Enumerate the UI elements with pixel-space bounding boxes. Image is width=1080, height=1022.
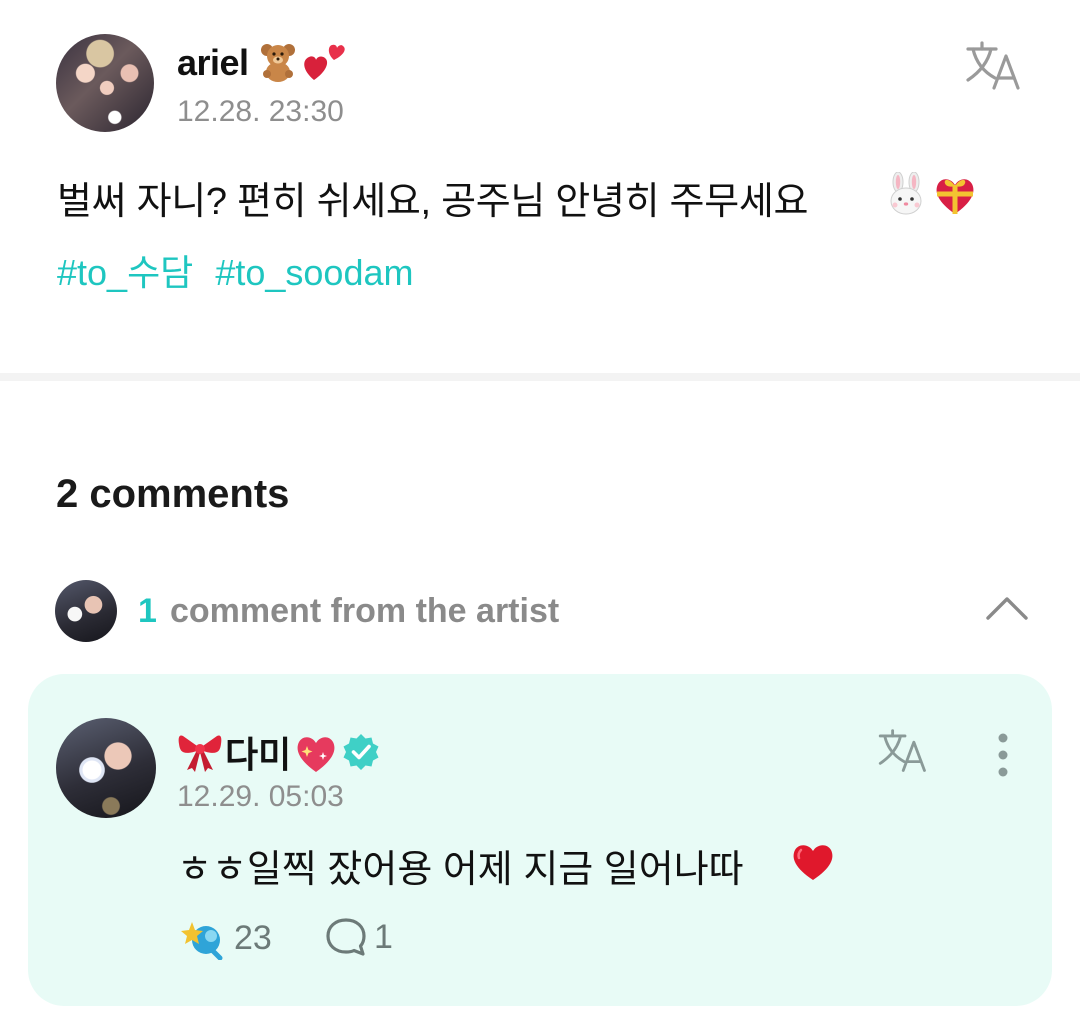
translate-icon: [966, 41, 1020, 90]
translate-icon: [878, 729, 926, 772]
comments-count: 2 comments: [56, 472, 290, 516]
like-button[interactable]: 23: [178, 916, 272, 960]
sparkling-heart-emoji: [297, 737, 335, 772]
artist-avatar[interactable]: [56, 718, 156, 818]
reply-count: 1: [374, 917, 393, 956]
rabbit-face-emoji: [890, 172, 922, 215]
two-hearts-emoji: [304, 44, 345, 80]
post-body-emojis: [884, 172, 978, 216]
comment-bubble-icon: [326, 918, 366, 956]
translate-button[interactable]: [876, 728, 934, 774]
more-vertical-icon: [998, 733, 1008, 777]
artist-comment-count[interactable]: 1: [138, 592, 157, 631]
post-hashtags: #to_수담 #to_soodam: [57, 244, 425, 296]
post-author-name[interactable]: ariel: [177, 42, 249, 84]
chevron-up-icon: [986, 597, 1028, 620]
artist-comment-body: ㅎㅎ일찍 잤어용 어제 지금 일어나따: [177, 849, 744, 891]
artist-avatar-small: [55, 580, 117, 642]
hashtag-link[interactable]: #to_soodam: [215, 252, 413, 293]
artist-comment-emoji: [789, 838, 837, 887]
hashtag-link[interactable]: #to_수담: [57, 252, 193, 293]
post-author-emojis: [258, 40, 348, 82]
artist-name[interactable]: 다미: [225, 726, 291, 778]
translate-button[interactable]: [964, 40, 1028, 92]
artist-comment-timestamp: 12.29. 05:03: [177, 780, 344, 813]
more-options-button[interactable]: [988, 730, 1018, 780]
teddy-bear-emoji: [261, 44, 295, 82]
collapse-button[interactable]: [984, 592, 1030, 622]
reply-button[interactable]: 1: [324, 916, 393, 958]
section-divider: [0, 373, 1080, 381]
artist-name-row: 다미: [177, 726, 381, 778]
ribbon-emoji: [178, 735, 222, 772]
like-star-icon: [181, 922, 223, 960]
post-body: 벌써 자니? 편히 쉬세요, 공주님 안녕히 주무세요: [57, 181, 809, 223]
heart-with-ribbon-emoji: [936, 179, 974, 214]
red-heart-emoji: [793, 845, 833, 880]
post-timestamp: 12.28. 23:30: [177, 95, 344, 128]
artist-comment-label[interactable]: comment from the artist: [170, 592, 559, 631]
like-count: 23: [234, 918, 272, 957]
post-author-avatar[interactable]: [56, 34, 154, 132]
post-page: ariel 12.28. 23:30 벌써 자니? 편히 쉬세요, 공주님 안녕…: [0, 0, 1080, 1022]
verified-badge-icon: [343, 734, 379, 770]
